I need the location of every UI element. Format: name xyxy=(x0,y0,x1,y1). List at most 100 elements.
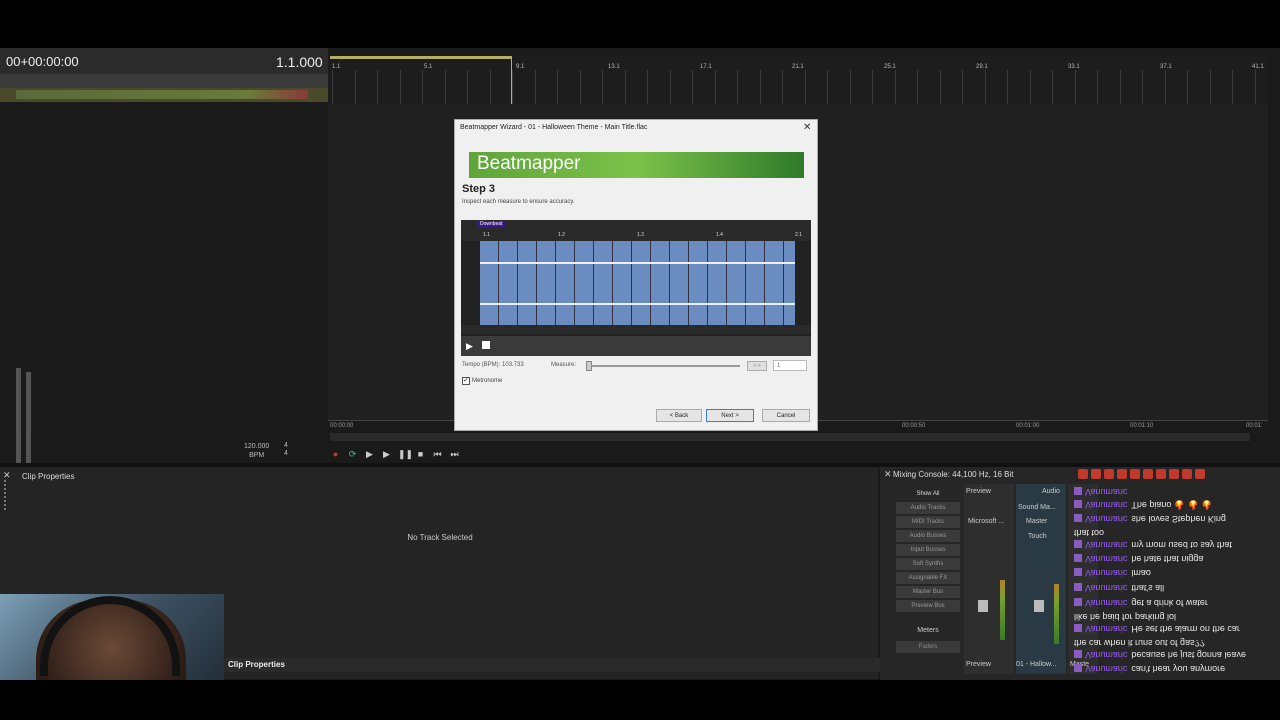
mixer-filter-3[interactable]: Audio Busses xyxy=(896,530,960,542)
chat-text: that's all xyxy=(1131,583,1165,593)
mixer-filter-1[interactable]: Audio Tracks xyxy=(896,502,960,514)
measure-label: 1.3 xyxy=(637,232,644,238)
empty-state-text: No Track Selected xyxy=(407,533,473,542)
emote-icon xyxy=(1117,469,1127,479)
level-meter xyxy=(1054,584,1059,644)
back-button[interactable]: < Back xyxy=(656,409,702,422)
ruler-tick xyxy=(467,70,468,104)
cancel-button[interactable]: Cancel xyxy=(762,409,810,422)
ruler-tick xyxy=(1142,70,1143,104)
go-to-start-button[interactable]: ⏮ xyxy=(432,449,443,460)
chat-text: because he just gonna leave xyxy=(1131,650,1246,660)
measure-input[interactable]: 1 xyxy=(773,360,807,371)
measure-slider-track[interactable] xyxy=(588,365,740,367)
play-button[interactable]: ▶ xyxy=(381,449,392,460)
timeline-ruler[interactable]: 1.1 5.1 9.1 13.1 17.1 21.1 25.1 29.1 33.1 37.1 41.… xyxy=(328,56,1268,104)
play-icon[interactable]: ▶ xyxy=(466,341,473,352)
downbeat-marker[interactable]: Downbeat xyxy=(478,221,505,227)
emote-icon xyxy=(1182,469,1192,479)
fader-knob[interactable] xyxy=(1034,600,1044,612)
measure-slider-knob[interactable] xyxy=(586,361,592,371)
chat-username: Vanumaric xyxy=(1085,540,1128,550)
chat-badge-icon xyxy=(1074,514,1082,523)
ruler-tick xyxy=(962,70,963,104)
next-button[interactable]: Next > xyxy=(706,409,754,422)
time-label: 00:01: xyxy=(1246,423,1263,429)
drag-handle[interactable] xyxy=(4,480,8,510)
top-black-bar xyxy=(0,0,1280,48)
ruler-tick xyxy=(512,70,513,104)
mixer-filter-8[interactable]: Preview Bus xyxy=(896,600,960,612)
chat-badge-icon xyxy=(1074,568,1082,577)
strip-footer: 01 - Hallow... xyxy=(1016,661,1057,668)
metronome-checkbox[interactable]: ✓ xyxy=(462,377,470,385)
ruler-tick xyxy=(737,70,738,104)
pause-button[interactable]: ❚❚ xyxy=(398,449,413,460)
chat-message: Vanumaric get a drink of water xyxy=(1074,594,1208,608)
measure-label: Measure: xyxy=(551,362,577,368)
ruler-tick xyxy=(1187,70,1188,104)
chat-message: Vanumaric xyxy=(1074,483,1131,497)
meters-button[interactable]: Meters xyxy=(896,627,960,634)
mixer-filter-4[interactable]: Input Busses xyxy=(896,544,960,556)
chat-badge-icon xyxy=(1074,554,1082,563)
clip-properties-tab[interactable] xyxy=(224,658,880,672)
ruler-label: 29.1 xyxy=(976,64,988,70)
loop-button[interactable]: ⟳ xyxy=(347,449,358,460)
preview-controls xyxy=(461,336,811,356)
mixer-filter-2[interactable]: MIDI Tracks xyxy=(896,516,960,528)
audio-track-strip: Audio Sound Ma... Master Touch 01 - Hall… xyxy=(1016,484,1066,674)
emote-icon xyxy=(1156,469,1166,479)
close-icon[interactable]: ✕ xyxy=(803,122,811,133)
ruler-label: 21.1 xyxy=(792,64,804,70)
horizontal-scrollbar[interactable] xyxy=(330,433,1250,441)
strip-route[interactable]: Sound Ma... xyxy=(1018,504,1056,511)
measure-label: 1.2 xyxy=(558,232,565,238)
go-to-end-button[interactable]: ⏭ xyxy=(449,449,460,460)
chat-text: he hate that nigga xyxy=(1131,554,1204,564)
automation-mode[interactable]: Touch xyxy=(1028,533,1047,540)
measure-stepper[interactable]: < > xyxy=(747,361,767,371)
mixer-filter-5[interactable]: Soft Synths xyxy=(896,558,960,570)
strip-master[interactable]: Master xyxy=(1026,518,1047,525)
mixer-filter-7[interactable]: Master Bus xyxy=(896,586,960,598)
chat-text: lmao xyxy=(1131,568,1151,578)
transport-bar: ● ⟳ ▶ ▶ ❚❚ ■ ⏮ ⏭ xyxy=(330,445,460,463)
mixer-nav: Show All Audio Tracks MIDI Tracks Audio Bus… xyxy=(896,488,960,612)
waveform-scrollbar[interactable] xyxy=(461,325,811,334)
chat-username: Vanumaric xyxy=(1085,568,1128,578)
mixer-filter-0[interactable]: Show All xyxy=(896,488,960,500)
chat-message: Vanumaric lmao xyxy=(1074,564,1151,578)
chat-text: she loves Stephen King xyxy=(1131,514,1226,524)
chat-username: Vanumaric xyxy=(1085,583,1128,593)
loop-region-bar[interactable] xyxy=(330,56,512,59)
chat-badge-icon xyxy=(1074,650,1082,659)
metronome-label: Metronome xyxy=(472,378,503,384)
chat-username: Vanumaric xyxy=(1085,598,1128,608)
tempo-readout: 120.000 BPM xyxy=(244,443,270,459)
record-button[interactable]: ● xyxy=(330,449,341,460)
time-label: 00:00:00 xyxy=(330,423,354,429)
stop-button[interactable]: ■ xyxy=(415,449,426,460)
ruler-tick xyxy=(1119,70,1121,104)
emote-icon xyxy=(1078,469,1088,479)
chat-message: Vanumaric my mom used to say that xyxy=(1074,536,1232,550)
output-level-meter xyxy=(16,90,308,99)
ruler-label: 5.1 xyxy=(424,64,433,70)
ruler-label: 17.1 xyxy=(700,64,712,70)
fader-knob[interactable] xyxy=(978,600,988,612)
strip-device[interactable]: Microsoft ... xyxy=(968,518,1004,525)
master-track-header[interactable] xyxy=(0,74,328,88)
play-from-start-button[interactable]: ▶ xyxy=(364,449,375,460)
stop-icon[interactable] xyxy=(482,341,490,349)
waveform-display[interactable] xyxy=(480,241,795,325)
ruler-tick xyxy=(849,70,851,104)
chat-badge-icon xyxy=(1074,487,1082,496)
ruler-tick xyxy=(377,70,378,104)
faders-button[interactable]: Faders xyxy=(896,641,960,653)
chat-text: my mom used to say that xyxy=(1131,540,1232,550)
waveform-channel-1 xyxy=(480,262,795,264)
close-icon[interactable]: ✕ xyxy=(884,469,892,480)
chat-username: Vanumaric xyxy=(1085,624,1128,634)
mixer-filter-6[interactable]: Assignable FX xyxy=(896,572,960,584)
